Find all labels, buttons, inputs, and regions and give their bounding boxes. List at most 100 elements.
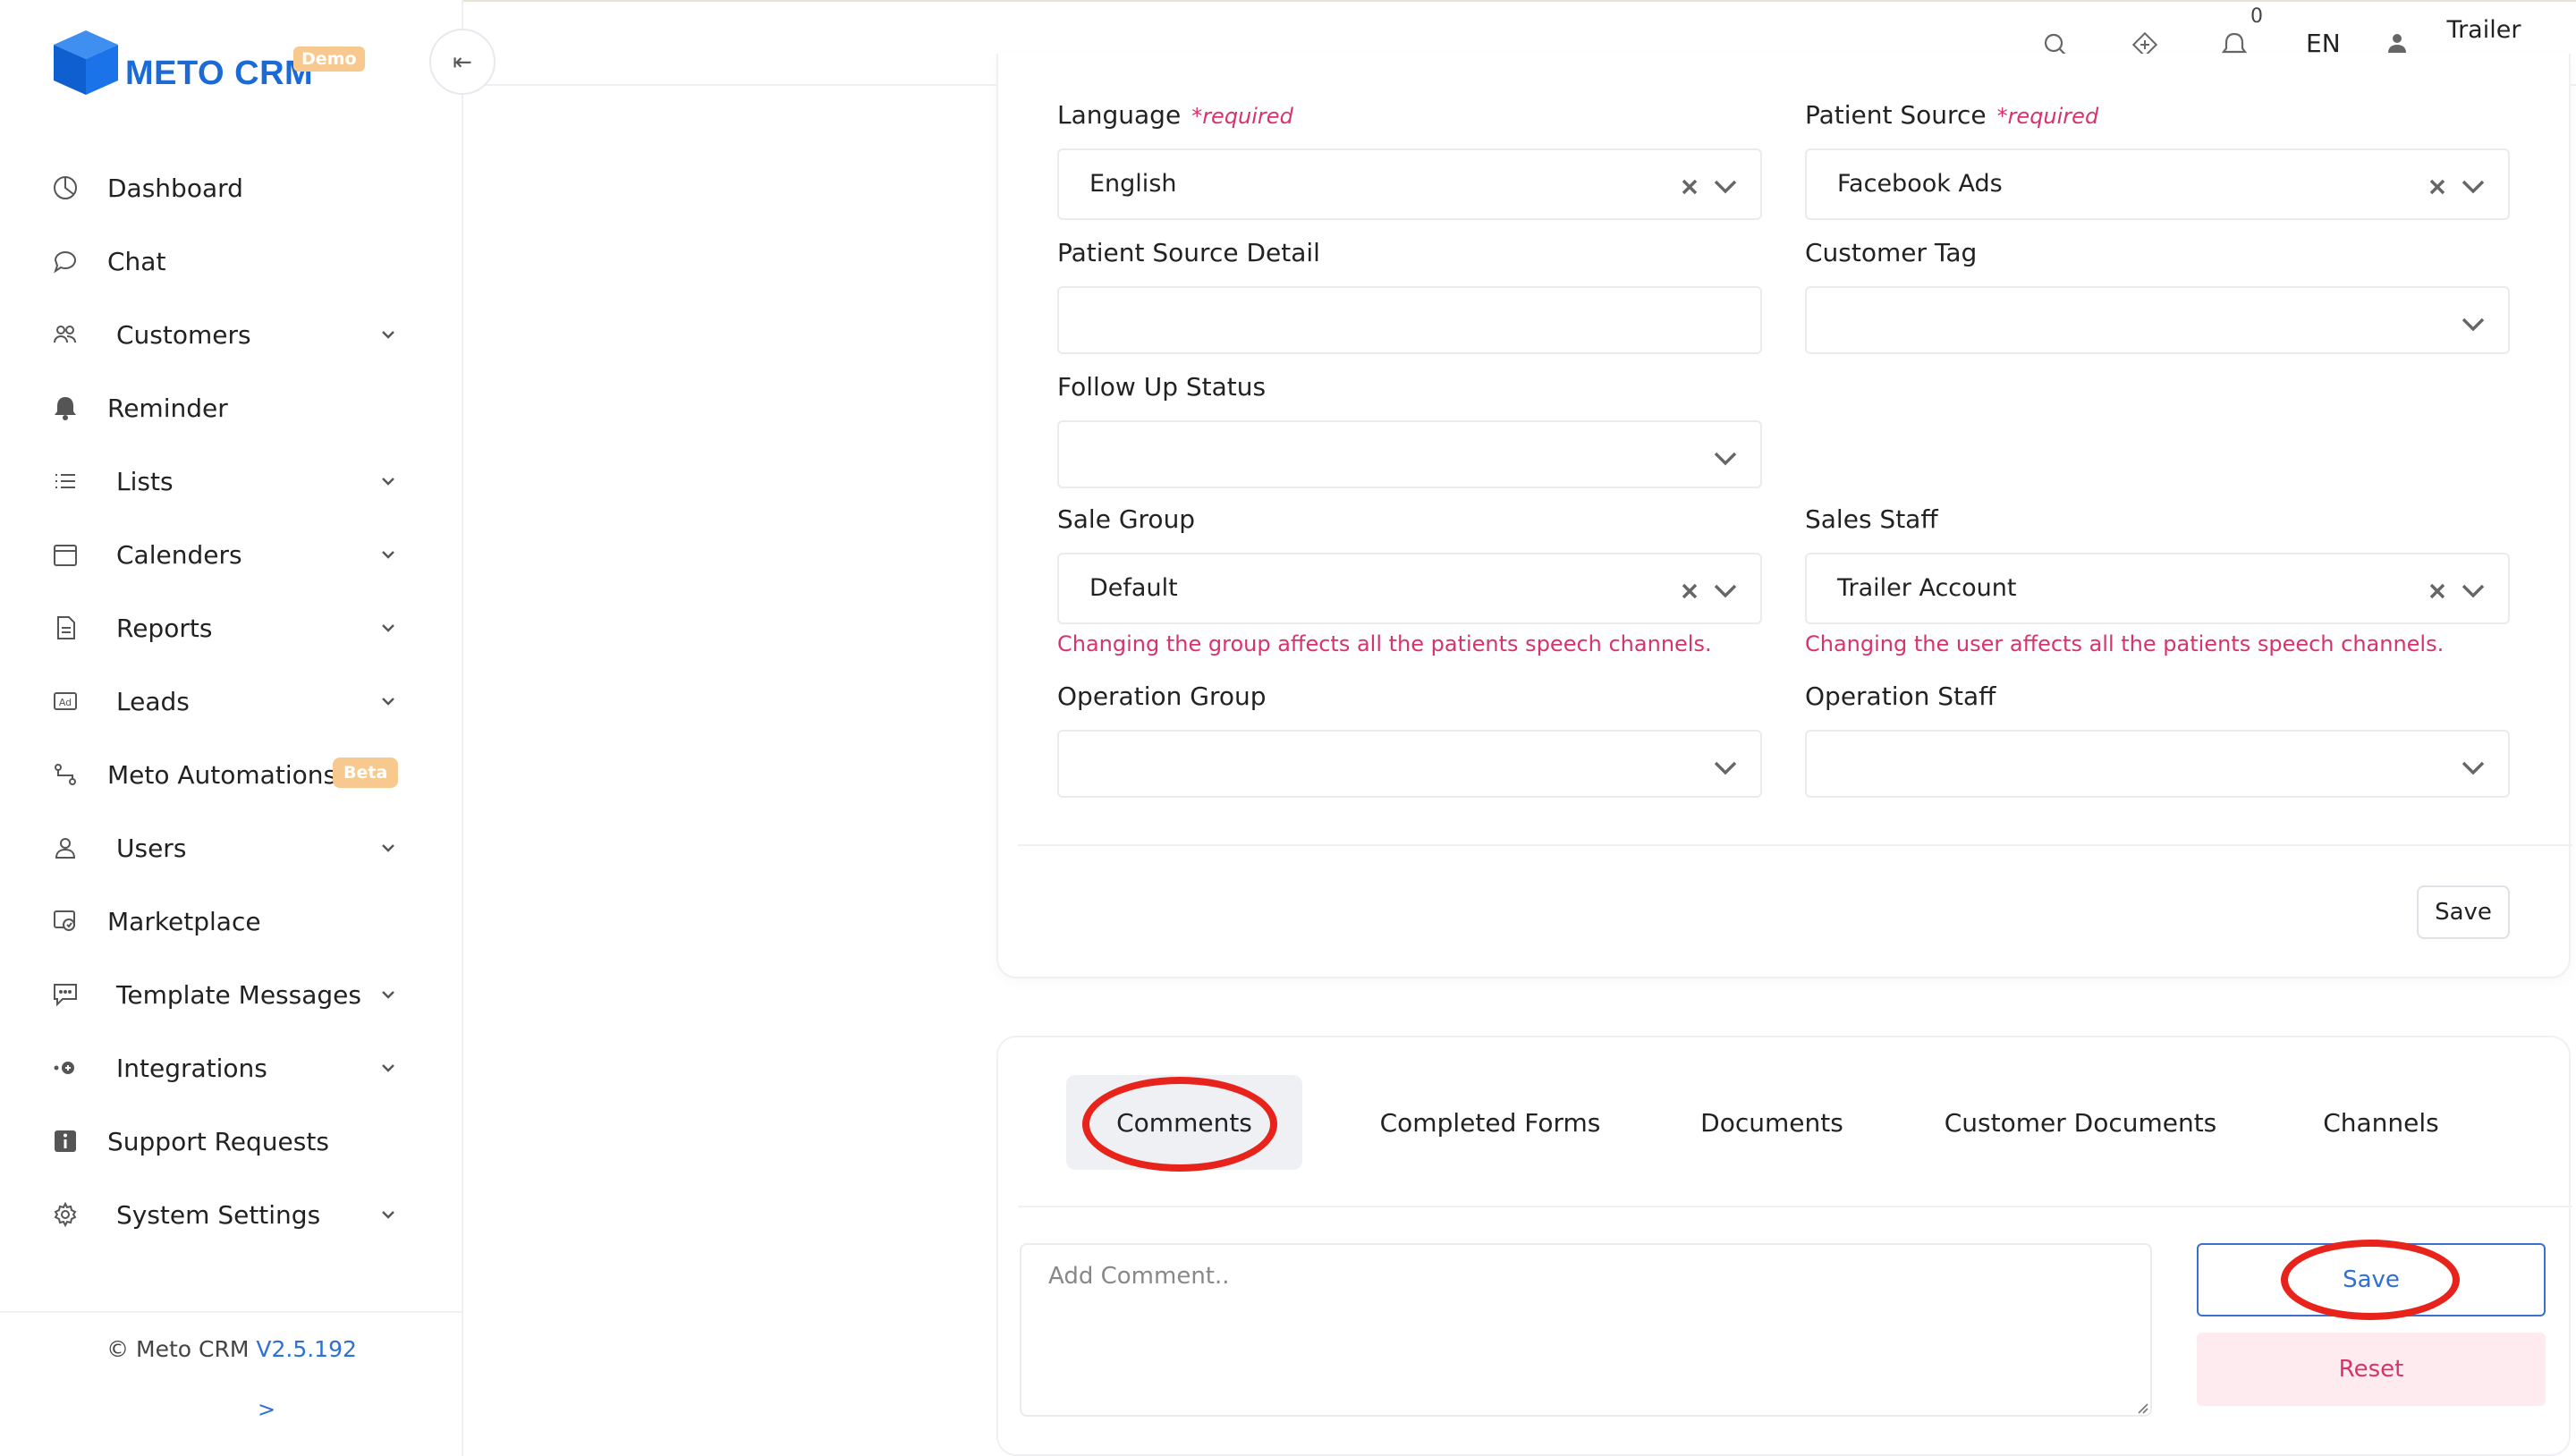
tabs-divider bbox=[1018, 1206, 2572, 1207]
integrations-icon bbox=[50, 1053, 80, 1083]
sidebar-item-label: Reports bbox=[116, 613, 213, 643]
version-link[interactable]: V2.5.192 bbox=[256, 1336, 357, 1362]
dashboard-icon bbox=[50, 173, 80, 203]
chevron-down-icon[interactable] bbox=[2460, 757, 2487, 780]
sidebar-expand-button[interactable]: > bbox=[0, 1397, 533, 1422]
marketplace-icon bbox=[50, 906, 80, 936]
sidebar-item-marketplace[interactable]: Marketplace bbox=[0, 894, 463, 948]
collapse-left-icon: ⇤ bbox=[453, 47, 472, 75]
automation-icon bbox=[50, 759, 80, 790]
sidebar-item-template-messages[interactable]: Template Messages bbox=[0, 968, 463, 1021]
sidebar-item-calenders[interactable]: Calenders bbox=[0, 528, 463, 581]
tab-customer-documents[interactable]: Customer Documents bbox=[1919, 1075, 2241, 1170]
follow-up-status-label: Follow Up Status bbox=[1057, 372, 1267, 402]
patient-source-detail-input[interactable] bbox=[1057, 286, 1762, 354]
sidebar-item-integrations[interactable]: Integrations bbox=[0, 1041, 463, 1095]
sidebar-item-support-requests[interactable]: Support Requests bbox=[0, 1114, 463, 1168]
notification-count: 0 bbox=[2250, 5, 2263, 28]
sidebar-item-label: Dashboard bbox=[107, 173, 243, 203]
sidebar-item-meto-automations[interactable]: Meto Automations Beta bbox=[0, 748, 463, 801]
copyright-text: © Meto CRM bbox=[106, 1336, 250, 1362]
sidebar-collapse-button[interactable]: ⇤ bbox=[429, 29, 496, 95]
template-icon bbox=[50, 979, 80, 1010]
chevron-down-icon bbox=[376, 982, 401, 1007]
beta-badge: Beta bbox=[333, 758, 399, 788]
sidebar-item-label: Integrations bbox=[116, 1053, 267, 1083]
language-value: English bbox=[1089, 170, 1177, 198]
comment-input[interactable] bbox=[1020, 1243, 2152, 1417]
chevron-down-icon[interactable] bbox=[1712, 175, 1739, 199]
tab-comments[interactable]: Comments bbox=[1066, 1075, 1302, 1170]
comment-save-button[interactable]: Save bbox=[2197, 1243, 2546, 1316]
sale-group-select[interactable]: Default bbox=[1057, 553, 1762, 624]
chevron-down-icon[interactable] bbox=[2460, 580, 2487, 603]
patient-source-label-text: Patient Source bbox=[1805, 100, 1987, 130]
tab-channels[interactable]: Channels bbox=[2283, 1075, 2479, 1170]
chevron-down-icon[interactable] bbox=[1712, 757, 1739, 780]
chevron-down-icon[interactable] bbox=[2460, 175, 2487, 199]
sidebar-item-system-settings[interactable]: System Settings bbox=[0, 1188, 463, 1241]
customer-tag-label: Customer Tag bbox=[1805, 238, 1978, 267]
user-name-line1: Trailer bbox=[2446, 16, 2521, 44]
patient-source-value: Facebook Ads bbox=[1837, 170, 2003, 198]
report-icon bbox=[50, 613, 80, 643]
tab-completed-forms[interactable]: Completed Forms bbox=[1356, 1075, 1624, 1170]
sidebar-item-label: System Settings bbox=[116, 1199, 321, 1230]
cube-logo-icon bbox=[48, 27, 122, 97]
language-select[interactable]: English bbox=[1057, 148, 1762, 220]
chevron-down-icon bbox=[376, 469, 401, 494]
sidebar-item-dashboard[interactable]: Dashboard bbox=[0, 161, 463, 215]
patient-source-label: Patient Source *required bbox=[1805, 100, 2098, 130]
chevron-down-icon bbox=[376, 1055, 401, 1080]
resize-grip-icon[interactable] bbox=[2136, 1401, 2148, 1414]
sidebar-item-label: Template Messages bbox=[116, 979, 361, 1010]
sidebar-item-label: Customers bbox=[116, 319, 251, 350]
sidebar-item-label: Reminder bbox=[107, 393, 228, 423]
chevron-down-icon bbox=[376, 689, 401, 714]
operation-group-select[interactable] bbox=[1057, 730, 1762, 798]
tab-documents[interactable]: Documents bbox=[1660, 1075, 1884, 1170]
sidebar-item-label: Users bbox=[116, 833, 187, 863]
sidebar-item-label: Marketplace bbox=[107, 906, 261, 936]
clear-icon[interactable] bbox=[1678, 175, 1701, 199]
sale-group-warning: Changing the group affects all the patie… bbox=[1057, 631, 1712, 656]
required-marker: *required bbox=[1191, 104, 1293, 129]
language-label: Language *required bbox=[1057, 100, 1293, 130]
chevron-down-icon[interactable] bbox=[1712, 580, 1739, 603]
sidebar-item-label: Chat bbox=[107, 246, 166, 276]
svg-text:Ad: Ad bbox=[59, 697, 72, 708]
ad-icon: Ad bbox=[50, 686, 80, 716]
sidebar-item-lists[interactable]: Lists bbox=[0, 454, 463, 508]
customer-tag-select[interactable] bbox=[1805, 286, 2510, 354]
comment-reset-button[interactable]: Reset bbox=[2197, 1333, 2546, 1406]
sale-group-label: Sale Group bbox=[1057, 504, 1196, 534]
follow-up-status-select[interactable] bbox=[1057, 420, 1762, 488]
sales-staff-warning: Changing the user affects all the patien… bbox=[1805, 631, 2445, 656]
clear-icon[interactable] bbox=[2426, 580, 2449, 603]
operation-staff-select[interactable] bbox=[1805, 730, 2510, 798]
sidebar-item-users[interactable]: Users bbox=[0, 821, 463, 875]
sidebar-footer: © Meto CRM V2.5.192 > bbox=[0, 1311, 463, 1456]
chevron-down-icon[interactable] bbox=[1712, 447, 1739, 470]
sidebar-item-reports[interactable]: Reports bbox=[0, 601, 463, 655]
clear-icon[interactable] bbox=[1678, 580, 1701, 603]
sidebar-item-leads[interactable]: Ad Leads bbox=[0, 674, 463, 728]
sidebar-item-label: Meto Automations bbox=[107, 759, 337, 790]
language-label-text: Language bbox=[1057, 100, 1182, 130]
list-icon bbox=[50, 466, 80, 496]
brand-name: METO CRM bbox=[125, 55, 314, 92]
demo-badge: Demo bbox=[293, 47, 365, 72]
sidebar-item-label: Calenders bbox=[116, 539, 242, 570]
sales-staff-select[interactable]: Trailer Account bbox=[1805, 553, 2510, 624]
sidebar-item-reminder[interactable]: Reminder bbox=[0, 381, 463, 435]
gear-icon bbox=[50, 1199, 80, 1230]
form-save-button[interactable]: Save bbox=[2417, 885, 2510, 939]
sales-staff-label: Sales Staff bbox=[1805, 504, 1938, 534]
app-logo[interactable]: METO CRM Demo bbox=[48, 21, 365, 97]
sidebar-item-customers[interactable]: Customers bbox=[0, 308, 463, 361]
operation-staff-label: Operation Staff bbox=[1805, 681, 1996, 711]
chevron-down-icon[interactable] bbox=[2460, 313, 2487, 336]
patient-source-select[interactable]: Facebook Ads bbox=[1805, 148, 2510, 220]
clear-icon[interactable] bbox=[2426, 175, 2449, 199]
sidebar-item-chat[interactable]: Chat bbox=[0, 234, 463, 288]
